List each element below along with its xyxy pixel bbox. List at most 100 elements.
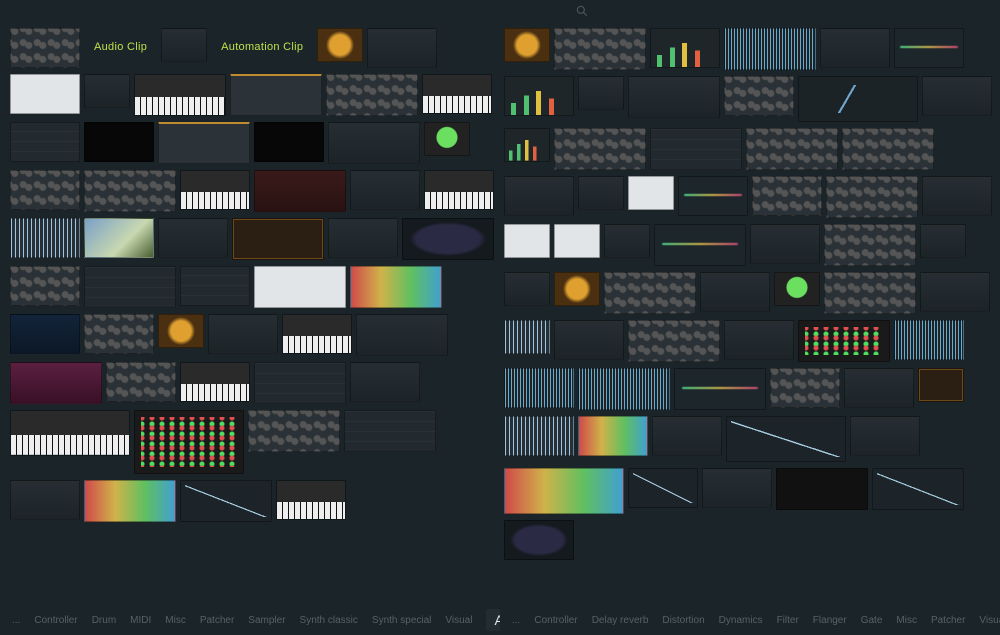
plugin-thumbnail[interactable] bbox=[161, 28, 207, 62]
plugin-thumbnail[interactable] bbox=[554, 28, 646, 70]
plugin-thumbnail[interactable] bbox=[554, 272, 600, 306]
category-tab[interactable]: Controller bbox=[34, 615, 77, 626]
plugin-thumbnail[interactable] bbox=[554, 128, 646, 170]
category-tab[interactable]: Flanger bbox=[813, 615, 847, 626]
plugin-thumbnail[interactable] bbox=[84, 480, 176, 522]
plugin-thumbnail[interactable] bbox=[424, 170, 494, 210]
plugin-thumbnail[interactable] bbox=[652, 416, 722, 456]
plugin-thumbnail[interactable] bbox=[134, 410, 244, 474]
plugin-thumbnail[interactable] bbox=[180, 170, 250, 210]
plugin-thumbnail[interactable] bbox=[504, 224, 550, 258]
category-tab[interactable]: Visual bbox=[445, 615, 472, 626]
category-tab[interactable]: Gate bbox=[861, 615, 883, 626]
search-bar[interactable] bbox=[0, 0, 1000, 22]
category-tab[interactable]: Visual bbox=[979, 615, 1000, 626]
plugin-thumbnail[interactable] bbox=[254, 170, 346, 212]
plugin-thumbnail[interactable] bbox=[628, 176, 674, 210]
plugin-thumbnail[interactable] bbox=[894, 320, 964, 360]
plugin-thumbnail[interactable] bbox=[422, 74, 492, 114]
plugin-thumbnail[interactable] bbox=[84, 266, 176, 308]
plugin-thumbnail[interactable] bbox=[650, 128, 742, 170]
plugin-thumbnail[interactable] bbox=[84, 122, 154, 162]
plugin-thumbnail[interactable] bbox=[504, 520, 574, 560]
plugin-thumbnail[interactable] bbox=[504, 416, 574, 456]
category-tab[interactable]: Sampler bbox=[248, 615, 285, 626]
plugin-thumbnail[interactable] bbox=[554, 320, 624, 360]
plugin-thumbnail[interactable] bbox=[628, 76, 720, 118]
plugin-thumbnail[interactable] bbox=[208, 314, 278, 354]
plugin-thumbnail[interactable] bbox=[504, 468, 624, 514]
plugin-thumbnail[interactable] bbox=[350, 266, 442, 308]
plugin-thumbnail[interactable] bbox=[554, 224, 600, 258]
plugin-thumbnail[interactable] bbox=[774, 272, 820, 306]
plugin-thumbnail[interactable] bbox=[920, 224, 966, 258]
plugin-thumbnail[interactable] bbox=[10, 218, 80, 258]
plugin-thumbnail[interactable] bbox=[344, 410, 436, 452]
plugin-thumbnail[interactable] bbox=[84, 314, 154, 354]
plugin-thumbnail[interactable] bbox=[367, 28, 437, 68]
plugin-thumbnail[interactable] bbox=[650, 28, 720, 68]
plugin-thumbnail[interactable] bbox=[158, 122, 250, 164]
plugin-thumbnail[interactable] bbox=[282, 314, 352, 354]
plugin-thumbnail[interactable] bbox=[578, 76, 624, 110]
plugin-thumbnail[interactable] bbox=[10, 170, 80, 210]
plugin-thumbnail[interactable] bbox=[356, 314, 448, 356]
plugin-thumbnail[interactable] bbox=[628, 320, 720, 362]
plugin-thumbnail[interactable] bbox=[84, 218, 154, 258]
plugin-thumbnail[interactable] bbox=[158, 314, 204, 348]
plugin-thumbnail[interactable] bbox=[850, 416, 920, 456]
plugin-thumbnail[interactable] bbox=[776, 468, 868, 510]
plugin-thumbnail[interactable] bbox=[84, 170, 176, 212]
plugin-thumbnail[interactable] bbox=[700, 272, 770, 312]
category-tab[interactable]: Filter bbox=[777, 615, 799, 626]
plugin-thumbnail[interactable] bbox=[724, 320, 794, 360]
plugin-thumbnail[interactable] bbox=[798, 76, 918, 122]
category-tab[interactable]: Patcher bbox=[200, 615, 234, 626]
plugin-thumbnail[interactable] bbox=[10, 28, 80, 68]
plugin-thumbnail[interactable] bbox=[826, 176, 918, 218]
plugin-thumbnail[interactable] bbox=[10, 362, 102, 404]
plugin-thumbnail[interactable] bbox=[820, 28, 890, 68]
plugin-thumbnail[interactable] bbox=[604, 272, 696, 314]
plugin-thumbnail[interactable] bbox=[504, 176, 574, 216]
plugin-thumbnail[interactable] bbox=[872, 468, 964, 510]
plugin-thumbnail[interactable] bbox=[750, 224, 820, 264]
plugin-thumbnail[interactable] bbox=[10, 480, 80, 520]
plugin-thumbnail[interactable] bbox=[350, 362, 420, 402]
plugin-thumbnail[interactable] bbox=[350, 170, 420, 210]
category-tab[interactable]: MIDI bbox=[130, 615, 151, 626]
plugin-thumbnail[interactable] bbox=[317, 28, 363, 62]
plugin-thumbnail[interactable] bbox=[10, 266, 80, 306]
plugin-thumbnail[interactable] bbox=[844, 368, 914, 408]
plugin-thumbnail[interactable] bbox=[504, 76, 574, 116]
plugin-thumbnail[interactable] bbox=[180, 480, 272, 522]
plugin-thumbnail[interactable] bbox=[922, 76, 992, 116]
plugin-thumbnail[interactable] bbox=[134, 74, 226, 116]
category-tab[interactable]: Delay reverb bbox=[592, 615, 649, 626]
plugin-thumbnail[interactable] bbox=[918, 368, 964, 402]
plugin-thumbnail[interactable] bbox=[504, 28, 550, 62]
plugin-thumbnail[interactable] bbox=[230, 74, 322, 116]
category-tab[interactable]: Dynamics bbox=[719, 615, 763, 626]
category-tab[interactable]: ... bbox=[512, 615, 520, 626]
plugin-thumbnail[interactable] bbox=[724, 28, 816, 70]
plugin-thumbnail[interactable] bbox=[424, 122, 470, 156]
plugin-thumbnail[interactable] bbox=[578, 368, 670, 410]
plugin-thumbnail[interactable] bbox=[604, 224, 650, 258]
plugin-thumbnail[interactable] bbox=[628, 468, 698, 508]
plugin-thumbnail[interactable] bbox=[328, 218, 398, 258]
category-tab[interactable]: Misc bbox=[165, 615, 186, 626]
category-tab[interactable]: Drum bbox=[92, 615, 116, 626]
plugin-thumbnail[interactable] bbox=[824, 272, 916, 314]
plugin-thumbnail[interactable] bbox=[798, 320, 890, 362]
plugin-thumbnail[interactable] bbox=[770, 368, 840, 408]
plugin-thumbnail[interactable] bbox=[654, 224, 746, 266]
plugin-thumbnail[interactable] bbox=[106, 362, 176, 402]
plugin-thumbnail[interactable] bbox=[504, 320, 550, 354]
plugin-thumbnail[interactable] bbox=[674, 368, 766, 410]
plugin-thumbnail[interactable] bbox=[276, 480, 346, 520]
plugin-thumbnail[interactable] bbox=[702, 468, 772, 508]
plugin-thumbnail[interactable] bbox=[504, 272, 550, 306]
category-tab[interactable]: Misc bbox=[896, 615, 917, 626]
plugin-thumbnail[interactable] bbox=[894, 28, 964, 68]
